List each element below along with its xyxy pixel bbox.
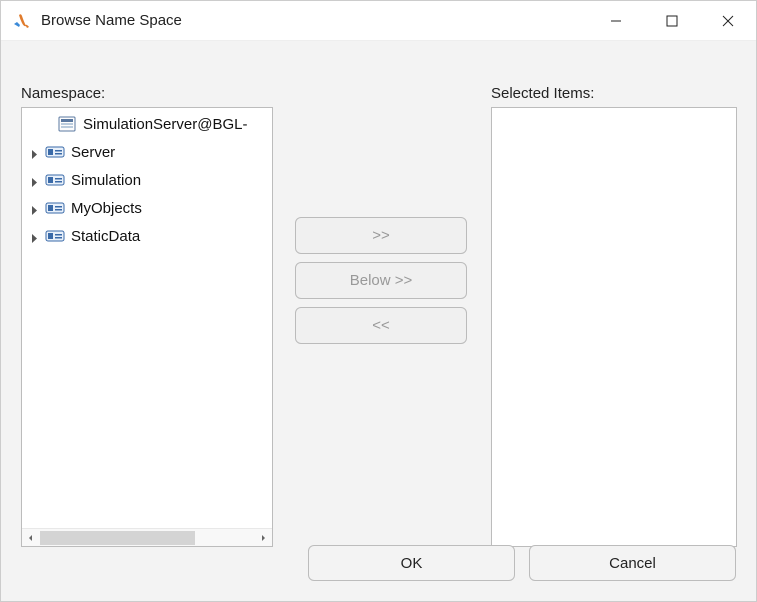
tree-item[interactable]: Server <box>22 138 272 166</box>
titlebar: Browse Name Space <box>1 1 756 41</box>
tree-item[interactable]: SimulationServer@BGL- <box>22 110 272 138</box>
window-title: Browse Name Space <box>41 12 182 29</box>
selected-items-label: Selected Items: <box>491 85 594 102</box>
maximize-button[interactable] <box>644 1 700 41</box>
tree-item-label: StaticData <box>71 228 140 245</box>
namespace-tree-panel: SimulationServer@BGL- Server Simulation … <box>21 107 273 547</box>
namespace-label: Namespace: <box>21 85 105 102</box>
add-button[interactable]: >> <box>295 217 467 254</box>
transfer-button-group: >> Below >> << <box>295 217 467 344</box>
expand-arrow-icon[interactable] <box>29 231 40 242</box>
add-below-button[interactable]: Below >> <box>295 262 467 299</box>
scroll-left-button[interactable] <box>22 529 40 547</box>
tree-item-label: Simulation <box>71 172 141 189</box>
dialog-button-bar: OK Cancel <box>308 545 736 581</box>
object-icon <box>45 228 65 244</box>
tree-horizontal-scrollbar[interactable] <box>22 528 272 546</box>
selected-items-list[interactable] <box>491 107 737 547</box>
tree-item[interactable]: StaticData <box>22 222 272 250</box>
window: Browse Name Space Namespace: Selected It… <box>0 0 757 602</box>
namespace-tree[interactable]: SimulationServer@BGL- Server Simulation … <box>22 108 272 528</box>
tree-item[interactable]: Simulation <box>22 166 272 194</box>
minimize-button[interactable] <box>588 1 644 41</box>
scrollbar-track[interactable] <box>40 529 254 547</box>
tree-item-label: Server <box>71 144 115 161</box>
remove-button[interactable]: << <box>295 307 467 344</box>
expand-arrow-icon[interactable] <box>29 147 40 158</box>
expand-arrow-icon[interactable] <box>29 203 40 214</box>
object-icon <box>45 172 65 188</box>
scroll-right-button[interactable] <box>254 529 272 547</box>
dialog-content: Namespace: Selected Items: SimulationSer… <box>1 41 756 601</box>
object-icon <box>45 200 65 216</box>
server-root-icon <box>57 116 77 132</box>
app-icon <box>5 12 37 30</box>
tree-item-label: MyObjects <box>71 200 142 217</box>
tree-item[interactable]: MyObjects <box>22 194 272 222</box>
object-icon <box>45 144 65 160</box>
ok-button[interactable]: OK <box>308 545 515 581</box>
close-button[interactable] <box>700 1 756 41</box>
cancel-button[interactable]: Cancel <box>529 545 736 581</box>
scrollbar-thumb[interactable] <box>40 531 195 545</box>
expand-arrow-icon[interactable] <box>29 175 40 186</box>
tree-item-label: SimulationServer@BGL- <box>83 116 247 133</box>
